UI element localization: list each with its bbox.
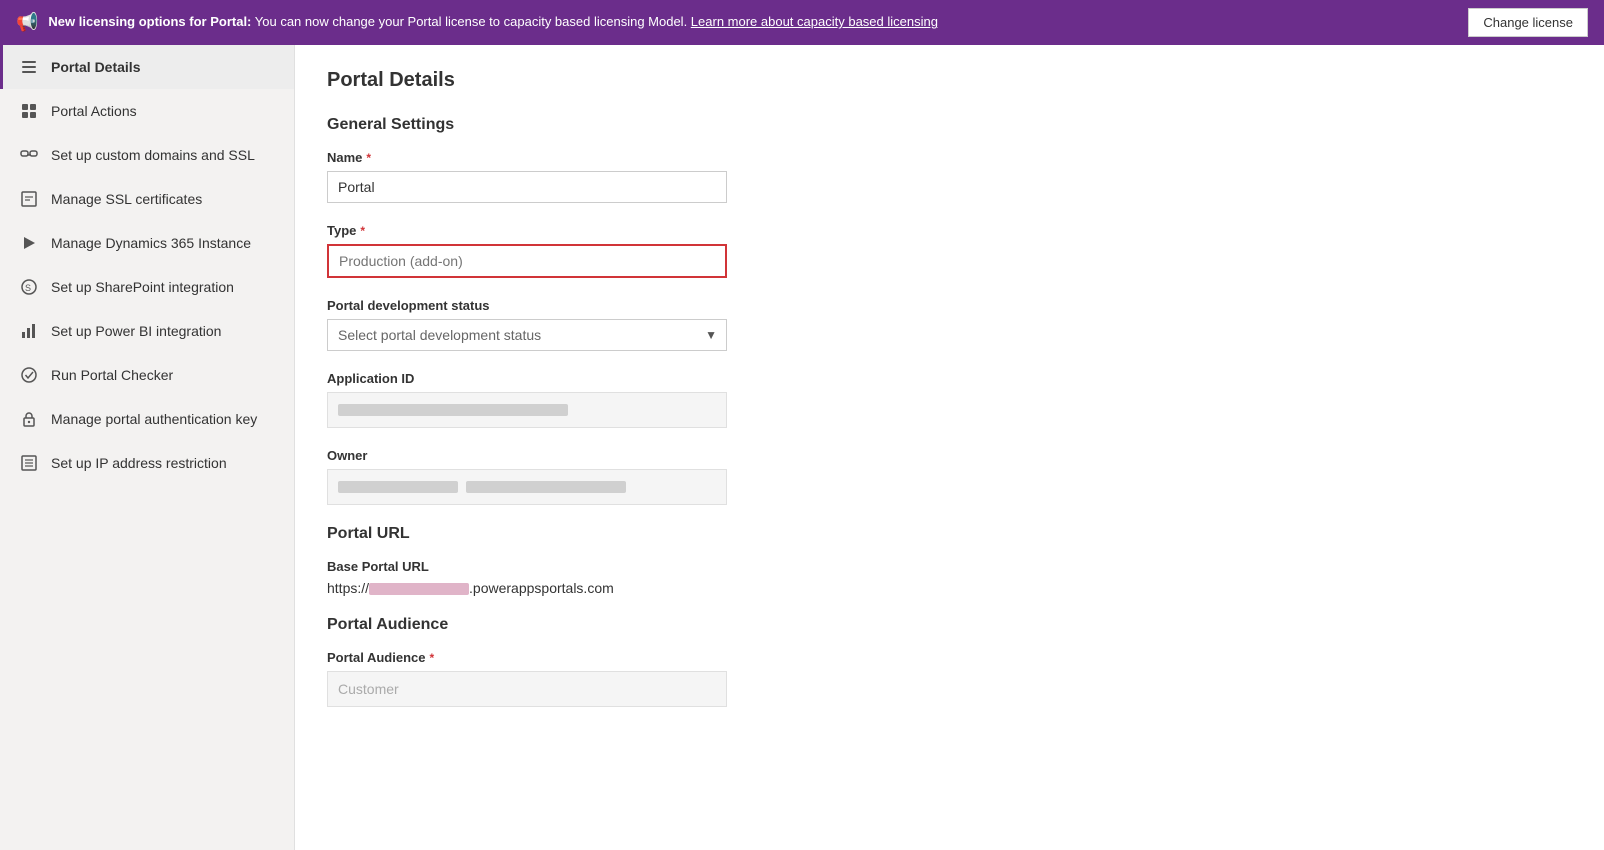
sidebar-label: Manage Dynamics 365 Instance <box>51 234 251 252</box>
base-url-field-group: Base Portal URL https://.powerappsportal… <box>327 559 1572 596</box>
required-indicator: * <box>366 151 371 165</box>
banner-text: New licensing options for Portal: You ca… <box>48 13 1458 31</box>
sidebar-item-sharepoint[interactable]: S Set up SharePoint integration <box>0 265 294 309</box>
portal-url-title: Portal URL <box>327 525 1572 543</box>
owner-blurred-2 <box>466 481 626 493</box>
required-indicator: * <box>360 224 365 238</box>
sidebar-label: Portal Details <box>51 58 140 76</box>
audience-label: Portal Audience * <box>327 650 1572 665</box>
dev-status-field-group: Portal development status Select portal … <box>327 298 1572 351</box>
page-title: Portal Details <box>327 69 1572 92</box>
owner-label: Owner <box>327 448 1572 463</box>
sidebar-label: Manage SSL certificates <box>51 190 202 208</box>
change-license-button[interactable]: Change license <box>1468 8 1588 37</box>
app-id-field-group: Application ID <box>327 371 1572 428</box>
portal-audience-title: Portal Audience <box>327 616 1572 634</box>
name-input[interactable] <box>327 171 727 203</box>
sidebar: Portal Details Portal Actions <box>0 45 295 850</box>
url-blurred <box>369 583 469 595</box>
type-field-group: Type * <box>327 223 1572 278</box>
type-label: Type * <box>327 223 1572 238</box>
app-id-label: Application ID <box>327 371 1572 386</box>
sidebar-label: Set up SharePoint integration <box>51 278 234 296</box>
link-icon <box>19 145 39 165</box>
play-icon <box>19 233 39 253</box>
svg-text:S: S <box>25 283 31 293</box>
audience-field: Customer <box>327 671 727 707</box>
sidebar-label: Set up IP address restriction <box>51 454 227 472</box>
owner-blurred-1 <box>338 481 458 493</box>
chart-icon <box>19 321 39 341</box>
sidebar-item-portal-checker[interactable]: Run Portal Checker <box>0 353 294 397</box>
owner-field-group: Owner <box>327 448 1572 505</box>
name-label: Name * <box>327 150 1572 165</box>
certificate-icon <box>19 189 39 209</box>
sidebar-label: Set up custom domains and SSL <box>51 146 255 164</box>
sidebar-item-custom-domains[interactable]: Set up custom domains and SSL <box>0 133 294 177</box>
main-content: Portal Details General Settings Name * T… <box>295 45 1604 850</box>
sidebar-item-auth-key[interactable]: Manage portal authentication key <box>0 397 294 441</box>
sidebar-item-power-bi[interactable]: Set up Power BI integration <box>0 309 294 353</box>
dev-status-select-wrapper: Select portal development status Develop… <box>327 319 727 351</box>
checker-icon <box>19 365 39 385</box>
sharepoint-icon: S <box>19 277 39 297</box>
sidebar-item-ip-restriction[interactable]: Set up IP address restriction <box>0 441 294 485</box>
notification-banner: 📢 New licensing options for Portal: You … <box>0 0 1604 45</box>
base-url-value: https://.powerappsportals.com <box>327 580 1572 596</box>
app-id-field <box>327 392 727 428</box>
learn-more-link[interactable]: Learn more about capacity based licensin… <box>691 14 938 29</box>
audience-field-group: Portal Audience * Customer <box>327 650 1572 707</box>
app-id-blurred <box>338 404 568 416</box>
owner-field <box>327 469 727 505</box>
sidebar-label: Set up Power BI integration <box>51 322 221 340</box>
list-icon <box>19 57 39 77</box>
grid-icon <box>19 101 39 121</box>
sidebar-item-portal-details[interactable]: Portal Details <box>0 45 294 89</box>
restriction-icon <box>19 453 39 473</box>
sidebar-item-ssl-certificates[interactable]: Manage SSL certificates <box>0 177 294 221</box>
type-input[interactable] <box>327 244 727 278</box>
lock-icon <box>19 409 39 429</box>
name-field-group: Name * <box>327 150 1572 203</box>
dev-status-label: Portal development status <box>327 298 1572 313</box>
sidebar-item-dynamics-instance[interactable]: Manage Dynamics 365 Instance <box>0 221 294 265</box>
announcement-icon: 📢 <box>16 12 38 33</box>
dev-status-select[interactable]: Select portal development status Develop… <box>327 319 727 351</box>
base-url-label: Base Portal URL <box>327 559 1572 574</box>
general-settings-title: General Settings <box>327 116 1572 134</box>
sidebar-item-portal-actions[interactable]: Portal Actions <box>0 89 294 133</box>
sidebar-label: Run Portal Checker <box>51 366 173 384</box>
audience-value: Customer <box>338 681 399 697</box>
sidebar-label: Manage portal authentication key <box>51 410 257 428</box>
sidebar-label: Portal Actions <box>51 102 137 120</box>
required-indicator: * <box>429 651 434 665</box>
